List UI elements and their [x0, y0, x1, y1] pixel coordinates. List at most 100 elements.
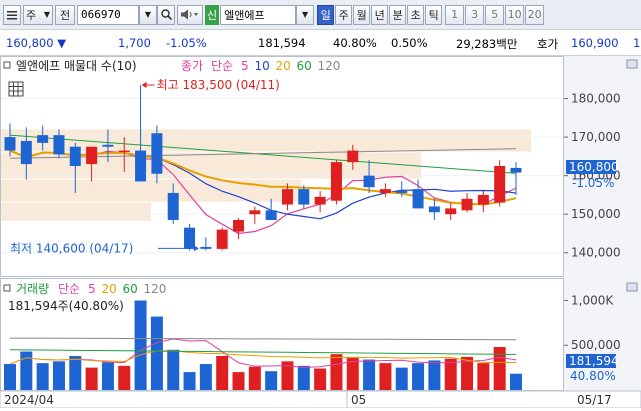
legend-item-1[interactable]: 단순: [211, 59, 233, 73]
candle-body[interactable]: [86, 146, 98, 165]
period-tab-4[interactable]: 분: [389, 4, 407, 25]
axis-scroll-up-handle[interactable]: [626, 59, 638, 69]
candle-body[interactable]: [233, 219, 245, 232]
volume-bar[interactable]: [4, 364, 16, 390]
candle-body[interactable]: [330, 162, 342, 201]
volume-bar[interactable]: [444, 358, 457, 390]
candle-body[interactable]: [445, 208, 457, 215]
candle-body[interactable]: [265, 210, 277, 220]
volume-bar[interactable]: [232, 372, 245, 390]
stock-name-dropdown[interactable]: ▼: [296, 4, 315, 25]
market-select[interactable]: 주 ▼: [23, 4, 53, 25]
interval-tab-0[interactable]: 1: [445, 4, 465, 25]
candle-body[interactable]: [363, 175, 375, 188]
legend-item-0[interactable]: 거래량: [16, 282, 49, 296]
candle-body[interactable]: [347, 150, 359, 163]
code-input[interactable]: 066970: [77, 4, 139, 25]
volume-bar[interactable]: [118, 365, 131, 390]
legend-item-5[interactable]: 60: [297, 59, 312, 73]
grid-toggle-icon[interactable]: [8, 81, 24, 97]
period-tab-1[interactable]: 주: [335, 4, 353, 25]
volume-bar[interactable]: [330, 354, 343, 390]
candle-body[interactable]: [37, 135, 49, 143]
candle-body[interactable]: [167, 192, 179, 220]
interval-tab-4[interactable]: 20: [525, 4, 545, 25]
period-tab-3[interactable]: 년: [371, 4, 389, 25]
candle-body[interactable]: [216, 229, 228, 249]
hamburger-icon[interactable]: [3, 4, 21, 25]
period-tab-6[interactable]: 틱: [425, 4, 443, 25]
volume-bar[interactable]: [101, 362, 114, 390]
volume-bar[interactable]: [248, 366, 261, 390]
candle-body[interactable]: [281, 189, 293, 205]
volume-bar[interactable]: [69, 355, 82, 390]
candle-body[interactable]: [396, 191, 408, 193]
candle-body[interactable]: [461, 198, 473, 211]
jeon-button[interactable]: 전: [55, 4, 75, 25]
interval-tab-2[interactable]: 5: [485, 4, 505, 25]
candle-body[interactable]: [494, 166, 506, 203]
legend-item-2[interactable]: 5: [241, 59, 249, 73]
volume-axis-scroll-handle[interactable]: [626, 282, 638, 292]
volume-bar[interactable]: [297, 365, 310, 390]
search-button[interactable]: [157, 4, 175, 25]
chart-area[interactable]: 최고 183,500 (04/11) 최저 140,600 (04/17) 엘앤에…: [0, 56, 641, 409]
volume-bar[interactable]: [134, 300, 147, 390]
volume-bar[interactable]: [363, 359, 376, 390]
candle-body[interactable]: [298, 189, 310, 205]
volume-bar[interactable]: [216, 355, 229, 390]
volume-bar[interactable]: [167, 349, 180, 390]
volume-bar[interactable]: [52, 361, 65, 390]
volume-bar[interactable]: [150, 316, 163, 390]
candle-body[interactable]: [102, 144, 114, 147]
volume-bar[interactable]: [477, 363, 490, 390]
candle-body[interactable]: [510, 167, 522, 173]
sound-button[interactable]: [177, 4, 203, 25]
legend-item-4[interactable]: 20: [276, 59, 291, 73]
candle-body[interactable]: [135, 150, 147, 182]
period-tab-2[interactable]: 월: [353, 4, 371, 25]
candle-body[interactable]: [69, 146, 81, 166]
interval-tab-3[interactable]: 10: [505, 4, 525, 25]
volume-bar[interactable]: [36, 363, 49, 390]
stock-name-field[interactable]: 엘앤에프: [220, 4, 297, 25]
candle-body[interactable]: [412, 189, 424, 209]
candle-body[interactable]: [314, 196, 326, 205]
candle-body[interactable]: [249, 210, 261, 215]
code-dropdown[interactable]: ▼: [139, 4, 157, 25]
period-tab-0[interactable]: 일: [317, 4, 335, 25]
legend-item-3[interactable]: 10: [255, 59, 270, 73]
legend-item-5[interactable]: 120: [144, 282, 167, 296]
legend-item-0[interactable]: 종가: [181, 59, 203, 73]
quote-bar: 160,800 ▼ 1,700 -1.05% 181,594 40.80% 0.…: [0, 30, 641, 56]
volume-bar[interactable]: [412, 363, 425, 390]
period-tab-5[interactable]: 초: [407, 4, 425, 25]
candle-body[interactable]: [379, 189, 391, 193]
stock-chart[interactable]: 최고 183,500 (04/11) 최저 140,600 (04/17) 엘앤에…: [0, 56, 641, 409]
volume-bar[interactable]: [493, 347, 506, 390]
candle-body[interactable]: [4, 137, 16, 151]
candle-body[interactable]: [53, 135, 65, 155]
candle-body[interactable]: [477, 194, 489, 205]
candle-body[interactable]: [428, 206, 440, 213]
legend-item-2[interactable]: 5: [88, 282, 96, 296]
candle-body[interactable]: [20, 140, 32, 165]
candle-body[interactable]: [151, 133, 163, 174]
candle-body[interactable]: [184, 227, 196, 249]
legend-item-6[interactable]: 120: [318, 59, 341, 73]
volume-bar[interactable]: [199, 364, 212, 390]
candle-body[interactable]: [118, 150, 130, 153]
volume-bar[interactable]: [428, 360, 441, 390]
volume-bar[interactable]: [265, 371, 278, 390]
candle-body[interactable]: [200, 246, 212, 249]
volume-bar[interactable]: [85, 367, 98, 390]
legend-item-1[interactable]: 단순: [58, 282, 80, 296]
volume-bar[interactable]: [183, 372, 196, 390]
volume-bar[interactable]: [510, 373, 522, 390]
interval-tab-1[interactable]: 3: [465, 4, 485, 25]
volume-bar[interactable]: [314, 368, 327, 390]
legend-item-3[interactable]: 20: [102, 282, 117, 296]
volume-bar[interactable]: [395, 367, 408, 390]
volume-bar[interactable]: [379, 363, 392, 390]
legend-item-4[interactable]: 60: [123, 282, 138, 296]
